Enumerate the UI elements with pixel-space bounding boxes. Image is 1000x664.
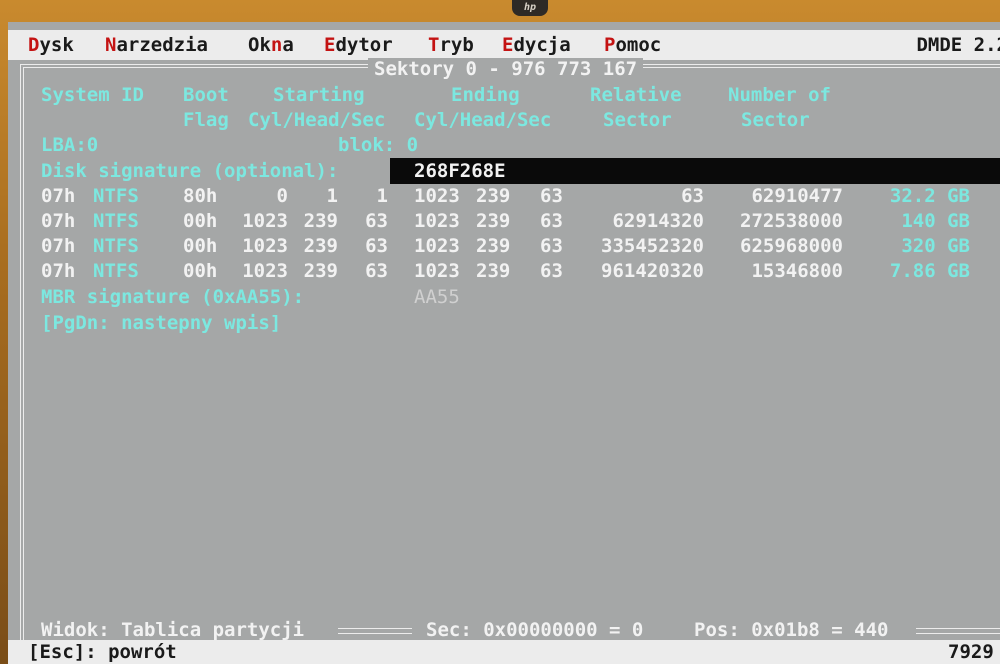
status-divider	[338, 628, 412, 634]
row-relative: 63	[681, 185, 704, 207]
row-flag: 80h	[183, 185, 218, 207]
row-id: 07h	[41, 210, 76, 232]
row-start-cyl: 1023	[242, 235, 288, 257]
menu-edycja[interactable]: Edycja	[502, 30, 571, 60]
row-end-head: 239	[476, 260, 511, 282]
footer-bar: [Esc]: powrót 7929	[8, 640, 1000, 664]
menu-edytor[interactable]: Edytor	[324, 30, 393, 60]
header-start-chs: Cyl/Head/Sec	[248, 109, 386, 131]
disk-signature-label: Disk signature (optional):	[41, 160, 339, 182]
row-end-sec: 63	[540, 210, 563, 232]
header-system-id: System ID	[41, 84, 144, 106]
row-start-sec: 63	[365, 210, 388, 232]
row-fs: NTFS	[93, 210, 139, 232]
row-end-sec: 63	[540, 260, 563, 282]
row-flag: 00h	[183, 260, 218, 282]
row-start-head: 239	[303, 260, 338, 282]
row-end-cyl: 1023	[414, 210, 460, 232]
row-id: 07h	[41, 260, 76, 282]
status-view: Widok: Tablica partycji	[41, 619, 305, 641]
header-relative: Relative	[590, 84, 682, 106]
row-end-head: 239	[476, 235, 511, 257]
header-number-sector: Sector	[741, 109, 810, 131]
footer-right-value: 7929	[948, 641, 994, 663]
hp-logo: hp	[512, 0, 548, 16]
dmde-screen: Dysk Narzedzia Okna Edytor Tryb Edycja P…	[8, 22, 1000, 664]
row-id: 07h	[41, 185, 76, 207]
disk-signature-value[interactable]: 268F268E	[414, 160, 506, 182]
row-start-cyl: 1023	[242, 260, 288, 282]
row-end-head: 239	[476, 210, 511, 232]
row-start-sec: 63	[365, 260, 388, 282]
app-name: DMDE 2.2	[916, 34, 1000, 56]
panel-title: Sektory 0 - 976 773 167	[368, 58, 644, 80]
lba-label: LBA:0	[41, 134, 99, 156]
row-id: 07h	[41, 235, 76, 257]
row-flag: 00h	[183, 235, 218, 257]
menu-dysk[interactable]: Dysk	[28, 30, 74, 60]
header-boot: Boot	[183, 84, 229, 106]
row-start-head: 1	[326, 185, 338, 207]
row-start-sec: 63	[365, 235, 388, 257]
row-size: 320 GB	[901, 235, 970, 257]
row-fs: NTFS	[93, 260, 139, 282]
header-number-of: Number of	[728, 84, 831, 106]
status-sector: Sec: 0x00000000 = 0	[426, 619, 644, 641]
row-end-head: 239	[476, 185, 511, 207]
row-start-sec: 1	[376, 185, 388, 207]
header-flag: Flag	[183, 109, 229, 131]
row-start-cyl: 1023	[242, 210, 288, 232]
pgdn-hint[interactable]: [PgDn: nastepny wpis]	[41, 312, 281, 334]
menu-narzedzia[interactable]: Narzedzia	[105, 30, 208, 60]
row-start-head: 239	[303, 210, 338, 232]
row-start-head: 239	[303, 235, 338, 257]
row-end-sec: 63	[540, 185, 563, 207]
menu-tryb[interactable]: Tryb	[428, 30, 474, 60]
row-size: 7.86 GB	[889, 260, 970, 282]
row-end-cyl: 1023	[414, 185, 460, 207]
row-end-sec: 63	[540, 235, 563, 257]
status-divider-right	[916, 628, 1000, 634]
mbr-signature-label: MBR signature (0xAA55):	[41, 286, 305, 308]
row-number: 15346800	[751, 260, 843, 282]
row-relative: 961420320	[601, 260, 704, 282]
menu-okna[interactable]: Okna	[248, 30, 294, 60]
menu-bar: Dysk Narzedzia Okna Edytor Tryb Edycja P…	[8, 30, 1000, 60]
row-number: 62910477	[751, 185, 843, 207]
row-end-cyl: 1023	[414, 235, 460, 257]
header-end-chs: Cyl/Head/Sec	[414, 109, 552, 131]
header-relative-sector: Sector	[603, 109, 672, 131]
row-flag: 00h	[183, 210, 218, 232]
header-starting: Starting	[273, 84, 365, 106]
partition-panel-frame	[20, 64, 1000, 654]
blok-label: blok: 0	[338, 134, 419, 156]
row-number: 272538000	[740, 210, 843, 232]
row-number: 625968000	[740, 235, 843, 257]
row-relative: 335452320	[601, 235, 704, 257]
header-ending: Ending	[451, 84, 520, 106]
menu-pomoc[interactable]: Pomoc	[604, 30, 661, 60]
row-end-cyl: 1023	[414, 260, 460, 282]
esc-back-hint[interactable]: [Esc]: powrót	[28, 641, 177, 663]
row-fs: NTFS	[93, 185, 139, 207]
status-position: Pos: 0x01b8 = 440	[694, 619, 889, 641]
row-size: 140 GB	[901, 210, 970, 232]
row-relative: 62914320	[612, 210, 704, 232]
row-size: 32.2 GB	[889, 185, 970, 207]
mbr-signature-value: AA55	[414, 286, 460, 308]
row-start-cyl: 0	[276, 185, 288, 207]
row-fs: NTFS	[93, 235, 139, 257]
